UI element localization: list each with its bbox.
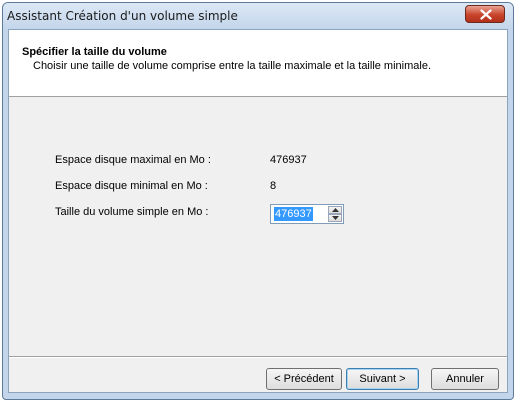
close-button[interactable]: [465, 5, 505, 23]
min-space-label: Espace disque minimal en Mo :: [55, 180, 208, 192]
max-space-value: 476937: [270, 154, 307, 166]
down-arrow-icon: [332, 216, 339, 220]
close-icon: [480, 9, 492, 20]
stepper-buttons: [328, 206, 342, 222]
stepper-up-button[interactable]: [328, 206, 342, 214]
max-space-label: Espace disque maximal en Mo :: [55, 154, 211, 166]
page-title: Spécifier la taille du volume: [22, 46, 167, 58]
stepper-down-button[interactable]: [328, 214, 342, 222]
window-title: Assistant Création d'un volume simple: [7, 9, 238, 23]
title-bar[interactable]: Assistant Création d'un volume simple: [3, 3, 513, 29]
wizard-window: Assistant Création d'un volume simple Sp…: [2, 2, 514, 400]
up-arrow-icon: [332, 208, 339, 212]
page-subtitle: Choisir une taille de volume comprise en…: [33, 60, 432, 72]
next-button[interactable]: Suivant >: [346, 368, 419, 390]
back-button[interactable]: < Précédent: [266, 368, 342, 390]
wizard-header: Spécifier la taille du volume Choisir un…: [9, 30, 507, 97]
wizard-client-area: Spécifier la taille du volume Choisir un…: [8, 29, 508, 393]
cancel-button[interactable]: Annuler: [431, 368, 499, 390]
volume-size-input[interactable]: 476937: [274, 207, 313, 221]
min-space-value: 8: [270, 180, 277, 192]
volume-size-label: Taille du volume simple en Mo :: [55, 206, 209, 218]
footer-divider: [9, 356, 507, 358]
volume-size-stepper[interactable]: 476937: [270, 204, 344, 224]
